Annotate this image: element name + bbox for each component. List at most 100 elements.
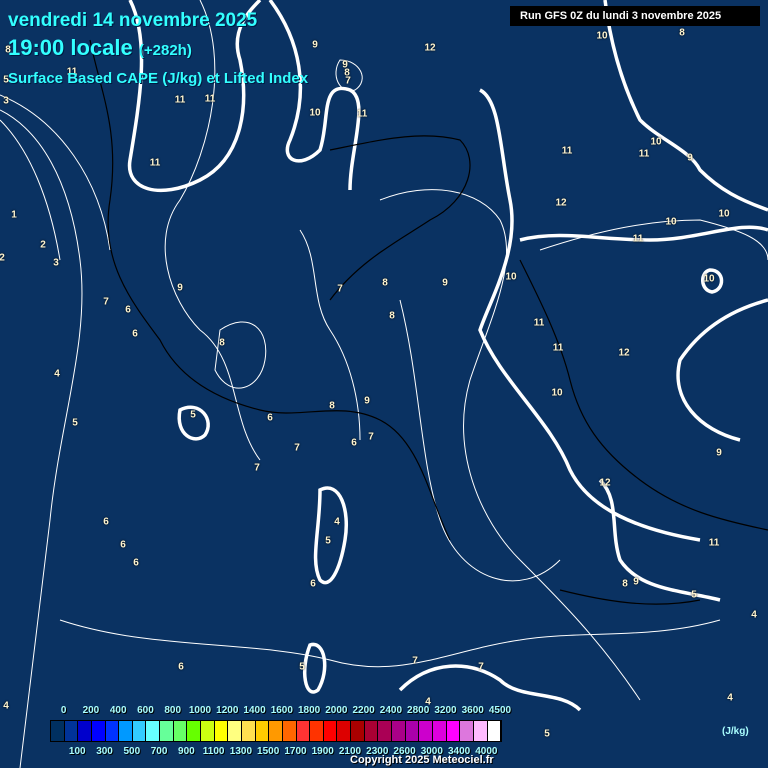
contour-label: 4 <box>334 516 340 528</box>
legend-swatch <box>351 721 365 741</box>
legend-swatch <box>378 721 393 741</box>
legend-label-top: 1400 <box>243 705 266 716</box>
product-title: Surface Based CAPE (J/kg) et Lifted Inde… <box>8 70 309 87</box>
thin-contours <box>0 0 768 768</box>
legend-swatch <box>105 721 120 741</box>
contour-label: 9 <box>716 447 722 459</box>
contour-label: 7 <box>103 296 109 308</box>
legend-swatch <box>473 721 488 741</box>
legend-label-top: 3600 <box>461 705 484 716</box>
legend-swatch <box>241 721 256 741</box>
legend-swatch <box>487 721 502 741</box>
contour-label: 6 <box>310 578 316 590</box>
legend-label-top: 600 <box>137 705 154 716</box>
contour-label: 7 <box>254 462 260 474</box>
legend-swatch <box>392 721 406 741</box>
legend-label-top: 4500 <box>488 705 512 716</box>
contour-label: 5 <box>299 661 305 673</box>
legend-swatch <box>91 721 106 741</box>
legend-swatch <box>364 721 379 741</box>
contour-label: 9 <box>364 395 370 407</box>
contour-label: 11 <box>708 537 720 549</box>
color-legend <box>50 720 502 742</box>
contour-label: 8 <box>382 277 388 289</box>
contour-label: 1 <box>11 209 17 221</box>
legend-swatch <box>146 721 161 741</box>
legend-swatch <box>282 721 297 741</box>
legend-unit: (J/kg) <box>722 726 749 737</box>
contour-label: 5 <box>544 728 550 740</box>
contour-label: 10 <box>650 136 662 148</box>
legend-swatch <box>214 721 229 741</box>
contour-label: 12 <box>555 197 567 209</box>
legend-label-top: 0 <box>60 705 67 716</box>
legend-swatch <box>269 721 283 741</box>
contour-label: 6 <box>351 437 357 449</box>
contour-label: 10 <box>703 273 715 285</box>
contour-label: 10 <box>551 387 563 399</box>
contour-label: 12 <box>618 347 630 359</box>
legend-swatch <box>310 721 324 741</box>
legend-label-top: 200 <box>82 705 100 716</box>
legend-swatch <box>432 721 447 741</box>
legend-label-top: 2200 <box>352 705 375 716</box>
contour-label: 11 <box>174 94 186 106</box>
legend-label-bottom: 900 <box>178 746 195 757</box>
legend-swatch <box>78 721 92 741</box>
legend-label-bottom: 1100 <box>202 746 225 757</box>
contour-label: 8 <box>679 27 685 39</box>
contour-label: 5 <box>190 409 196 421</box>
contour-label: 5 <box>72 417 78 429</box>
legend-swatch <box>405 721 420 741</box>
contour-label: 11 <box>638 148 650 160</box>
legend-swatch <box>173 721 188 741</box>
legend-swatch <box>419 721 433 741</box>
legend-swatch <box>187 721 202 741</box>
forecast-lead: (+282h) <box>138 42 192 59</box>
contour-label: 7 <box>412 655 418 667</box>
legend-label-top: 3200 <box>434 705 457 716</box>
legend-label-top: 2000 <box>325 705 348 716</box>
contour-label: 9 <box>442 277 448 289</box>
contour-label: 6 <box>120 539 126 551</box>
contour-label: 3 <box>3 95 9 107</box>
contour-label: 12 <box>599 477 611 489</box>
contour-label: 8 <box>329 400 335 412</box>
cape-map <box>0 0 768 768</box>
legend-swatch <box>446 721 461 741</box>
contour-label: 2 <box>0 252 5 264</box>
contour-label: 10 <box>718 208 730 220</box>
contour-label: 11 <box>204 93 216 105</box>
legend-swatch <box>51 721 65 741</box>
legend-swatch <box>255 721 270 741</box>
contour-label: 4 <box>751 609 757 621</box>
valid-date: vendredi 14 novembre 2025 <box>8 10 258 31</box>
legend-label-top: 2400 <box>379 705 403 716</box>
legend-swatch <box>64 721 79 741</box>
contour-label: 8 <box>219 337 225 349</box>
contour-label: 6 <box>133 557 139 569</box>
legend-label-bottom: 1300 <box>229 746 253 757</box>
contour-label: 7 <box>345 75 351 87</box>
coastlines <box>89 39 768 605</box>
contour-label: 4 <box>727 692 733 704</box>
legend-label-top: 2800 <box>407 705 430 716</box>
contour-label: 7 <box>478 661 484 673</box>
legend-label-top: 400 <box>109 705 127 716</box>
legend-label-bottom: 1700 <box>284 746 307 757</box>
legend-label-bottom: 500 <box>123 746 141 757</box>
contour-label: 11 <box>356 108 368 120</box>
contour-label: 9 <box>177 282 183 294</box>
contour-label: 6 <box>103 516 109 528</box>
run-info: Run GFS 0Z du lundi 3 novembre 2025 <box>510 6 760 26</box>
legend-label-bottom: 1500 <box>257 746 280 757</box>
valid-time: 19:00 locale (+282h) <box>8 35 192 61</box>
legend-label-bottom: 300 <box>96 746 113 757</box>
legend-swatch <box>228 721 242 741</box>
legend-label-top: 1000 <box>188 705 212 716</box>
contour-label: 11 <box>552 342 564 354</box>
legend-swatch <box>296 721 311 741</box>
copyright: Copyright 2025 Meteociel.fr <box>350 754 494 766</box>
contour-label: 10 <box>596 30 608 42</box>
legend-swatch <box>132 721 147 741</box>
